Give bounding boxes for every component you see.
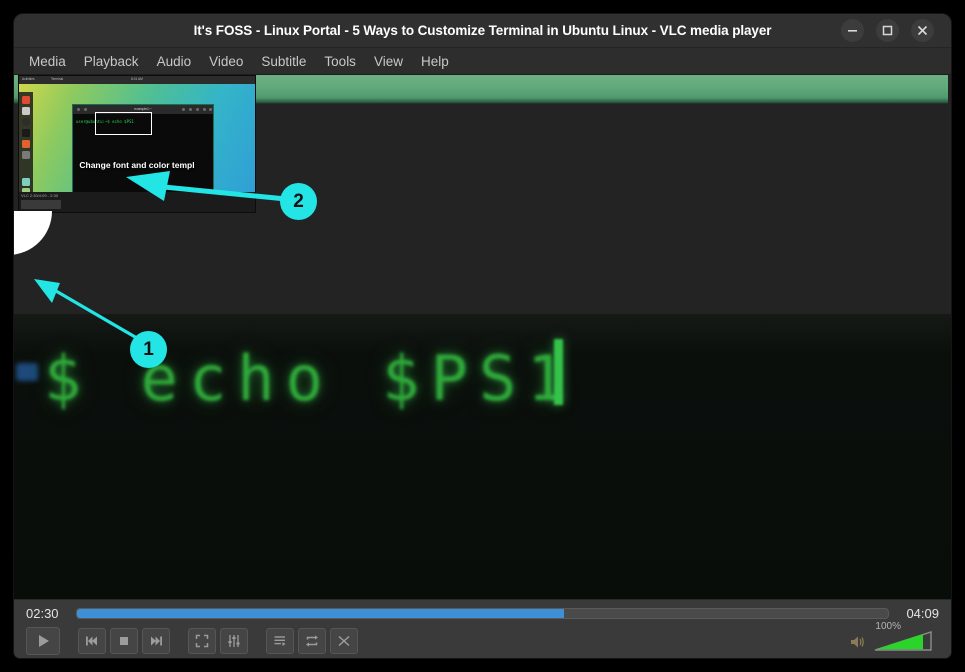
- previous-icon: [86, 636, 97, 646]
- volume-slider-track: [874, 631, 932, 651]
- thumbnail-terminal-window: example1:~ user@ubuntu:~$ echo $PS1: [72, 104, 214, 194]
- thumbnail-subtitle: Change font and color templ: [79, 160, 195, 170]
- thumbnail-terminal-body: user@ubuntu:~$ echo $PS1: [73, 112, 213, 193]
- terminal-command-text: $ echo $PS1: [44, 342, 576, 415]
- thumbnail-app-label: Terminal: [51, 77, 64, 81]
- seek-slider[interactable]: [76, 607, 889, 619]
- thumbnail-highlight-box: [95, 112, 152, 135]
- window-title: It's FOSS - Linux Portal - 5 Ways to Cus…: [193, 23, 772, 38]
- buttons-row: 100%: [14, 621, 951, 656]
- video-thumbnail-preview: Activities Terminal 8:31 AM example1:~ u…: [18, 75, 256, 213]
- dock-icon-extra-a: [22, 178, 30, 186]
- menu-item-view[interactable]: View: [365, 51, 412, 72]
- dock-icon-help: [22, 151, 30, 159]
- close-button[interactable]: [911, 19, 934, 42]
- thumbnail-terminal-menu2-icon: [189, 108, 192, 111]
- dock-icon-settings: [22, 118, 30, 126]
- title-bar: It's FOSS - Linux Portal - 5 Ways to Cus…: [14, 14, 951, 48]
- thumbnail-taskbar-button: [21, 200, 61, 209]
- playlist-icon: [274, 636, 286, 646]
- thumbnail-terminal-menu-icon: [77, 108, 80, 111]
- playlist-button[interactable]: [266, 628, 294, 654]
- thumbnail-terminal-close-icon: [209, 108, 212, 111]
- fullscreen-button[interactable]: [188, 628, 216, 654]
- thumbnail-terminal-tab-icon: [84, 108, 87, 111]
- menu-item-help[interactable]: Help: [412, 51, 458, 72]
- shuffle-icon: [338, 635, 350, 647]
- loop-button[interactable]: [298, 628, 326, 654]
- equalizer-button[interactable]: [220, 628, 248, 654]
- dock-icon-terminal: [22, 129, 30, 137]
- thumbnail-terminal-search-icon: [182, 108, 185, 111]
- next-icon: [151, 636, 162, 646]
- thumbnail-clock-label: 8:31 AM: [131, 77, 143, 81]
- maximize-icon: [882, 25, 893, 36]
- thumbnail-activities-label: Activities: [22, 77, 35, 81]
- vlc-window: It's FOSS - Linux Portal - 5 Ways to Cus…: [14, 14, 951, 658]
- equalizer-icon: [228, 635, 240, 647]
- minimize-button[interactable]: [841, 19, 864, 42]
- terminal-cursor: [554, 339, 563, 405]
- thumbnail-terminal-maximize-icon: [203, 108, 206, 111]
- menu-item-audio[interactable]: Audio: [148, 51, 201, 72]
- fullscreen-icon: [195, 634, 209, 648]
- dock-icon-browser: [22, 96, 30, 104]
- shuffle-button[interactable]: [330, 628, 358, 654]
- menu-item-video[interactable]: Video: [200, 51, 252, 72]
- elapsed-time: 02:30: [26, 605, 59, 621]
- close-icon: [917, 25, 928, 36]
- minimize-icon: [848, 30, 857, 32]
- stop-button[interactable]: [110, 628, 138, 654]
- thumbnail-desktop-topbar: Activities Terminal 8:31 AM: [19, 76, 255, 84]
- menu-item-playback[interactable]: Playback: [75, 51, 148, 72]
- seek-row: 02:30 04:09: [14, 600, 951, 626]
- video-canvas[interactable]: $ echo $PS1 Activities Terminal 8:31 AM: [14, 75, 951, 601]
- menu-item-tools[interactable]: Tools: [315, 51, 365, 72]
- next-button[interactable]: [142, 628, 170, 654]
- menu-item-subtitle[interactable]: Subtitle: [252, 51, 315, 72]
- playback-controls: 02:30 04:09 100%: [14, 599, 951, 658]
- annotation-badge-2: 2: [280, 183, 317, 220]
- thumbnail-bottom-label: VLC 2:30/4:09 - 2:30: [21, 193, 58, 198]
- thumbnail-terminal-minimize-icon: [196, 108, 199, 111]
- total-time: 04:09: [906, 605, 939, 621]
- stop-icon: [120, 637, 128, 645]
- speaker-icon[interactable]: [849, 632, 869, 652]
- seek-progress-fill: [77, 608, 564, 618]
- annotation-badge-1: 1: [130, 331, 167, 368]
- volume-control[interactable]: 100%: [849, 621, 939, 652]
- terminal-chevron-glyph: [16, 363, 38, 381]
- thumbnail-terminal-title: example1:~: [134, 106, 152, 111]
- menu-item-media[interactable]: Media: [20, 51, 75, 72]
- thumbnail-bottom-bar: VLC 2:30/4:09 - 2:30: [19, 192, 255, 212]
- dock-icon-software: [22, 140, 30, 148]
- previous-button[interactable]: [78, 628, 106, 654]
- dock-icon-files: [22, 107, 30, 115]
- thumbnail-desktop-wallpaper: example1:~ user@ubuntu:~$ echo $PS1 Chan…: [19, 84, 255, 196]
- menu-bar: Media Playback Audio Video Subtitle Tool…: [14, 48, 951, 75]
- loop-icon: [306, 635, 318, 647]
- maximize-button[interactable]: [876, 19, 899, 42]
- play-button[interactable]: [26, 627, 60, 655]
- thumbnail-dock: [19, 92, 33, 196]
- volume-slider[interactable]: [873, 630, 935, 652]
- play-icon: [39, 635, 49, 647]
